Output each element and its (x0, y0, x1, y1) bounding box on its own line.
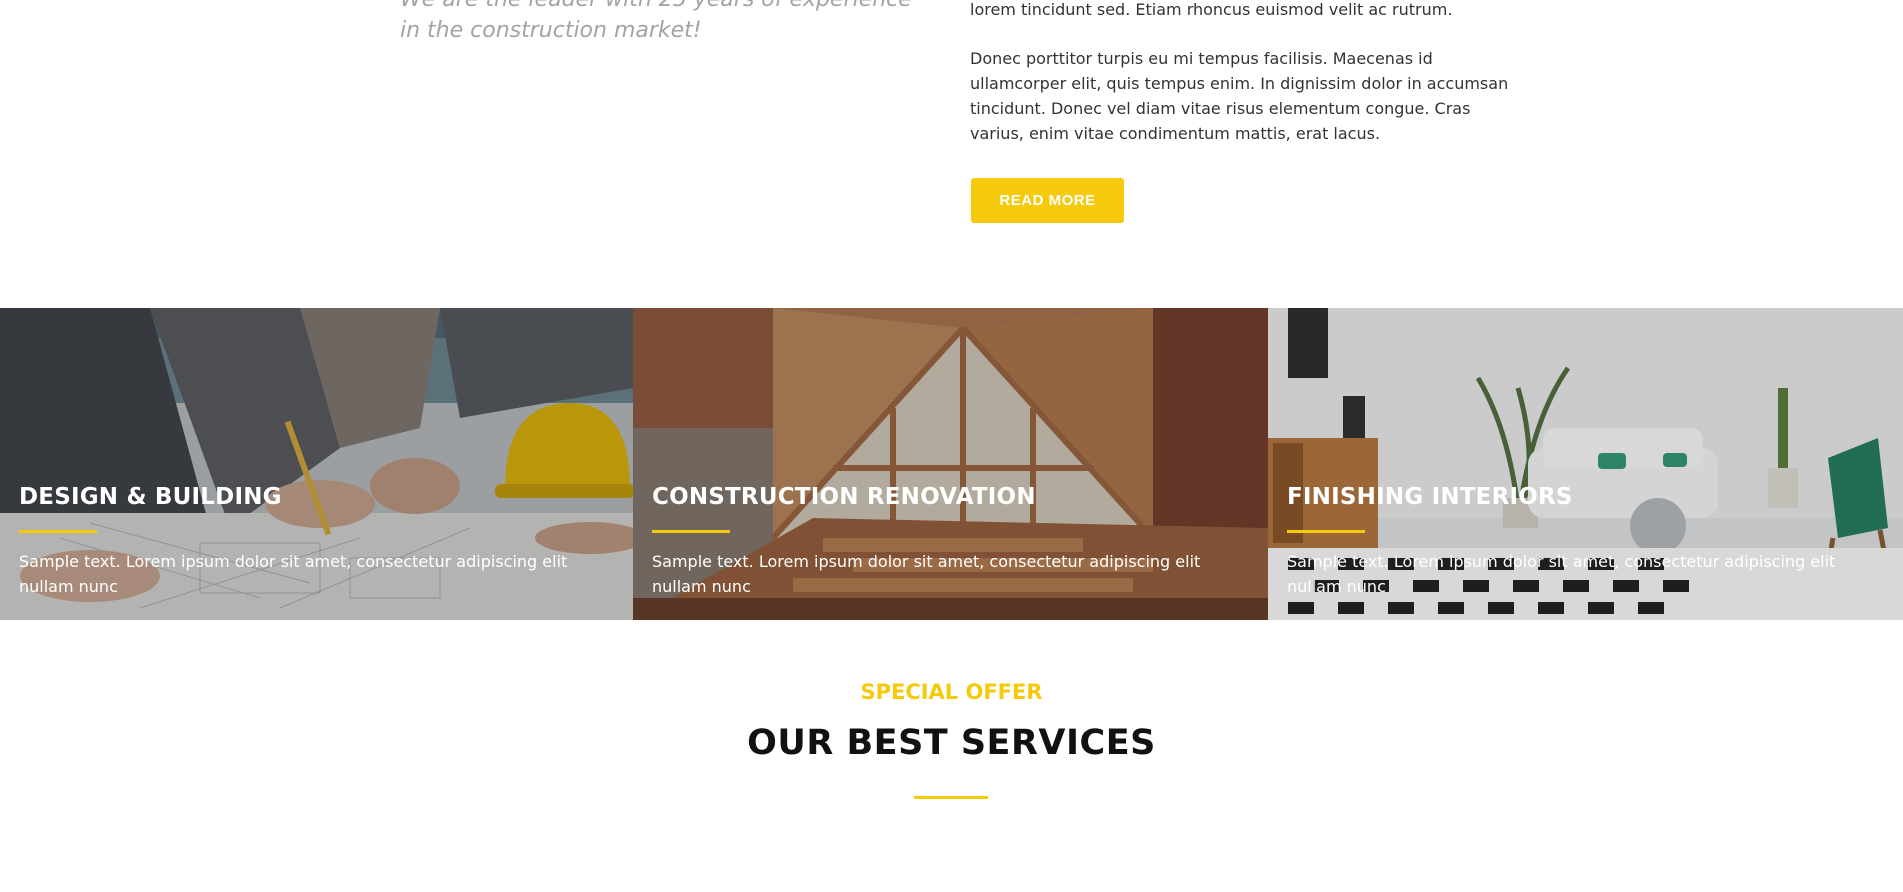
banner-finishing-interiors[interactable]: FINISHING INTERIORS Sample text. Lorem i… (1268, 308, 1903, 620)
about-paragraph: lorem tincidunt sed. Etiam rhoncus euism… (970, 0, 1453, 19)
section-kicker: SPECIAL OFFER (860, 680, 1043, 704)
banner-title-underline (652, 530, 730, 533)
banner-text: Sample text. Lorem ipsum dolor sit amet,… (1287, 552, 1836, 596)
about-tagline: We are the leader with 25 years of exper… (400, 0, 920, 46)
tagline-line: in the construction market! (400, 18, 702, 43)
banner-text: Sample text. Lorem ipsum dolor sit amet,… (19, 552, 568, 596)
banner-text: Sample text. Lorem ipsum dolor sit amet,… (652, 552, 1201, 596)
banner-construction-renovation[interactable]: CONSTRUCTION RENOVATION Sample text. Lor… (633, 308, 1268, 620)
banner-title: DESIGN & BUILDING (19, 484, 282, 510)
about-text: lorem tincidunt sed. Etiam rhoncus euism… (970, 0, 1510, 146)
banner-title: CONSTRUCTION RENOVATION (652, 484, 1036, 510)
banner-title-underline (19, 530, 97, 533)
section-heading: OUR BEST SERVICES (747, 723, 1156, 763)
service-banners: DESIGN & BUILDING Sample text. Lorem ips… (0, 308, 1903, 620)
banner-design-building[interactable]: DESIGN & BUILDING Sample text. Lorem ips… (0, 308, 633, 620)
section-heading-underline (914, 796, 988, 799)
banner-title: FINISHING INTERIORS (1287, 484, 1573, 510)
banner-title-underline (1287, 530, 1365, 533)
about-section: We are the leader with 25 years of exper… (0, 0, 1903, 308)
about-paragraph: Donec porttitor turpis eu mi tempus faci… (970, 49, 1509, 143)
read-more-button[interactable]: READ MORE (971, 178, 1124, 223)
tagline-line: We are the leader with 25 years of exper… (400, 0, 920, 15)
